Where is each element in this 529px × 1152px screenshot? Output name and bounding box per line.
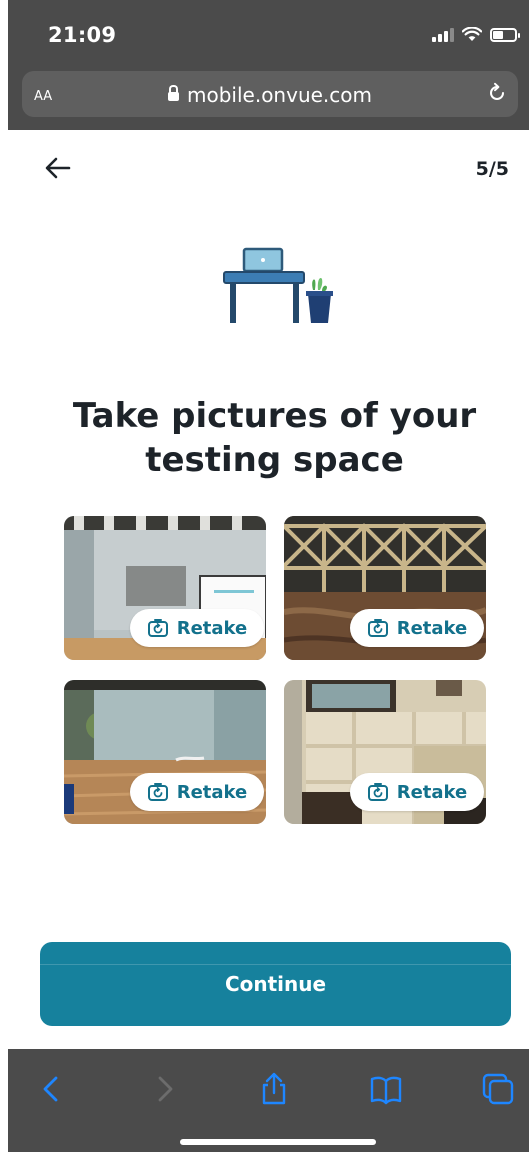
continue-label: Continue <box>224 972 327 996</box>
testing-space-photo: Retake <box>284 516 486 660</box>
back-arrow-icon[interactable] <box>44 154 72 182</box>
continue-button[interactable]: Continue <box>40 942 511 1026</box>
browser-address-area: AA mobile.onvue.com <box>8 62 529 130</box>
retake-label: Retake <box>176 781 248 803</box>
wifi-icon <box>462 27 482 41</box>
retake-button[interactable]: Retake <box>130 609 264 647</box>
cellular-signal-icon <box>432 27 454 42</box>
home-indicator[interactable] <box>180 1139 376 1145</box>
camera-rotate-icon <box>147 783 168 801</box>
url-text: mobile.onvue.com <box>187 83 372 107</box>
url-display[interactable]: mobile.onvue.com <box>22 83 518 107</box>
share-icon[interactable] <box>256 1071 292 1107</box>
testing-space-photo: Retake <box>64 680 266 824</box>
camera-rotate-icon <box>147 619 168 637</box>
status-icons <box>432 27 520 42</box>
book-icon[interactable] <box>368 1071 404 1107</box>
retake-button[interactable]: Retake <box>350 773 484 811</box>
camera-rotate-icon <box>367 783 388 801</box>
lock-icon <box>168 85 179 101</box>
chevron-right-icon[interactable] <box>146 1071 182 1107</box>
chevron-left-icon[interactable] <box>34 1071 70 1107</box>
testing-space-photo: Retake <box>64 516 266 660</box>
status-time: 21:09 <box>48 23 117 47</box>
battery-icon <box>490 27 520 42</box>
reload-icon[interactable] <box>486 82 508 104</box>
address-bar[interactable]: AA mobile.onvue.com <box>22 71 518 117</box>
retake-label: Retake <box>396 781 468 803</box>
retake-button[interactable]: Retake <box>350 609 484 647</box>
tabs-icon[interactable] <box>480 1071 516 1107</box>
retake-label: Retake <box>176 617 248 639</box>
testing-space-photo: Retake <box>284 680 486 824</box>
status-bar: 21:09 <box>8 0 529 62</box>
camera-rotate-icon <box>367 619 388 637</box>
retake-button[interactable]: Retake <box>130 773 264 811</box>
step-indicator: 5/5 <box>475 158 509 180</box>
desk-illustration <box>223 247 333 323</box>
browser-toolbar <box>8 1049 529 1152</box>
retake-label: Retake <box>396 617 468 639</box>
page-title: Take pictures of your testing space <box>72 396 477 480</box>
